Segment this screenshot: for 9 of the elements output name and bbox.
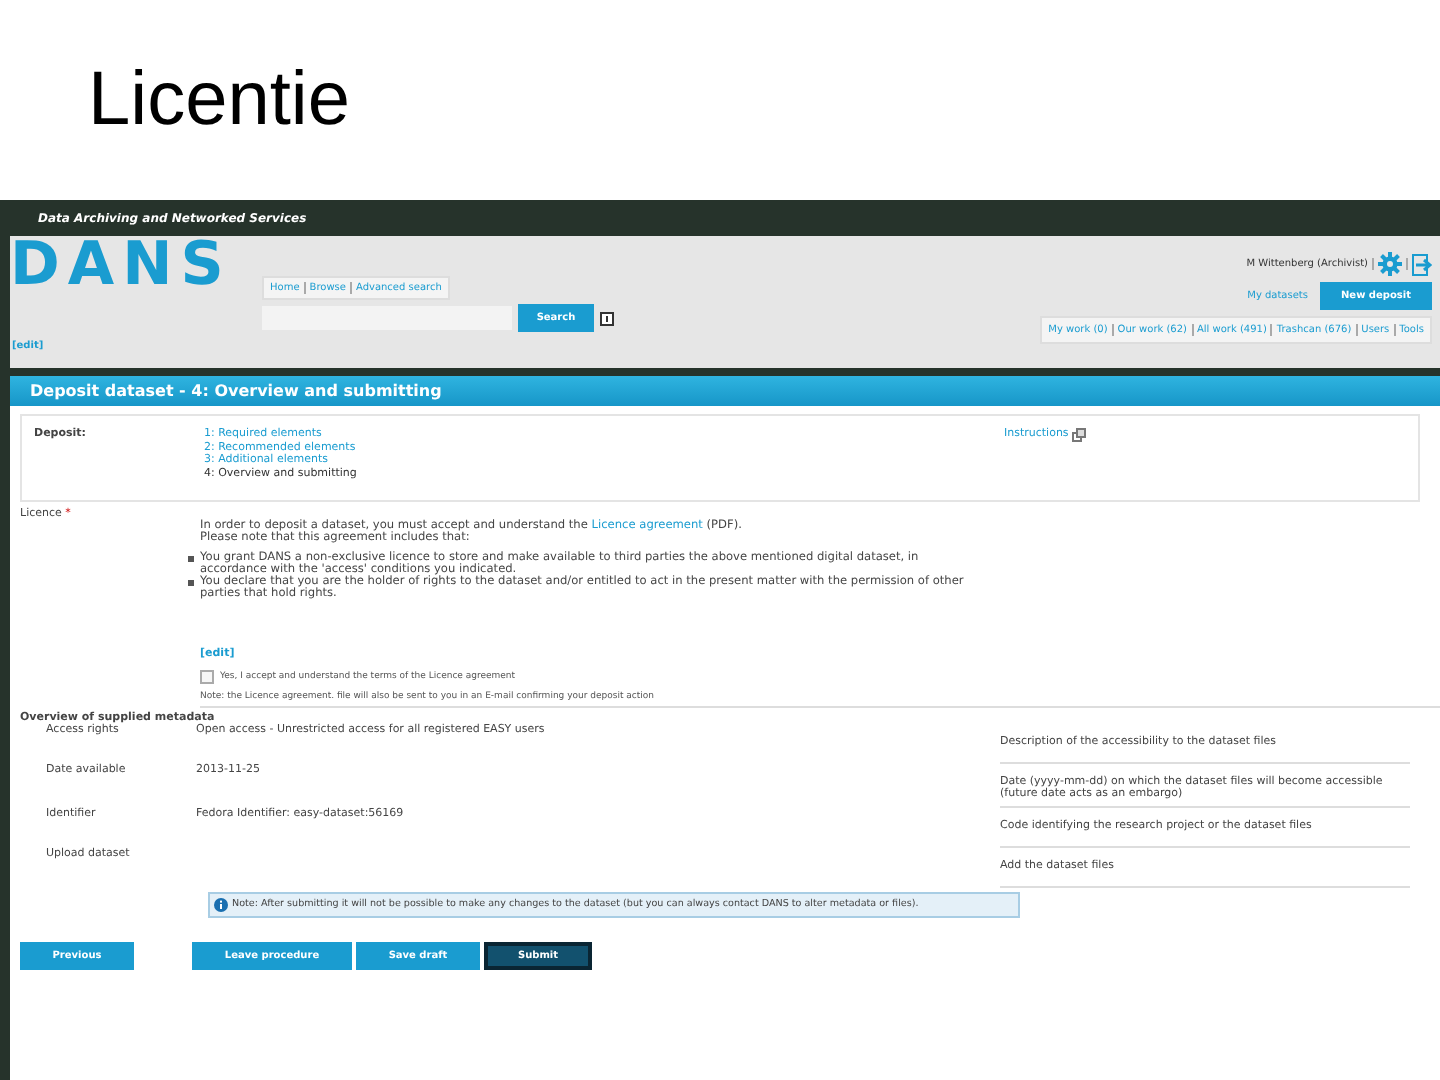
accept-checkbox[interactable] <box>200 670 214 684</box>
logo: DANS <box>10 236 234 296</box>
logout-icon[interactable] <box>1412 253 1432 275</box>
info-icon <box>214 898 228 912</box>
popup-icon <box>1072 428 1087 442</box>
settings-icon[interactable] <box>1378 252 1402 276</box>
help-icon[interactable] <box>600 311 614 325</box>
slide-title: Licentie <box>88 57 350 143</box>
page-title: Deposit dataset - 4: Overview and submitting <box>30 382 442 400</box>
